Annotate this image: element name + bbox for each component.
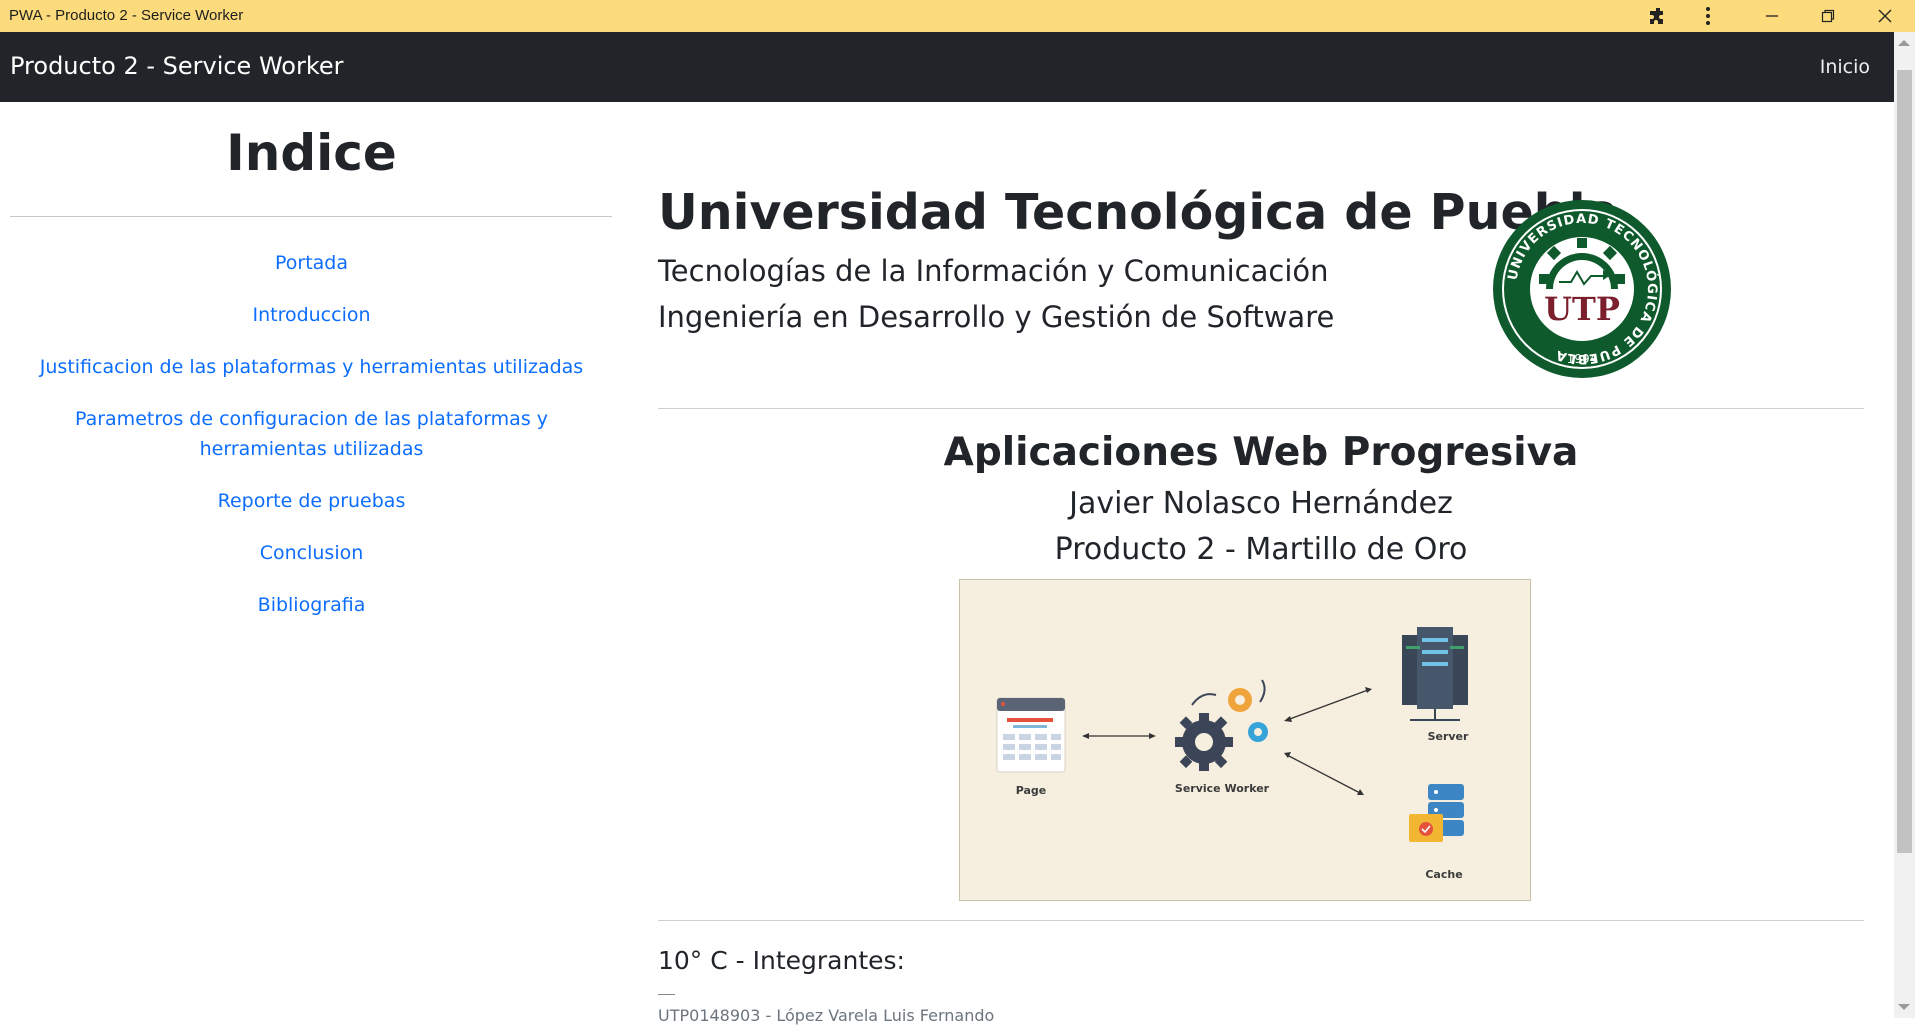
content-divider — [658, 920, 1864, 921]
minimize-icon[interactable] — [1749, 0, 1795, 32]
index-item-introduccion: Introduccion — [0, 300, 623, 330]
server-icon — [1402, 627, 1468, 721]
index-link[interactable]: Justificacion de las plataformas y herra… — [40, 356, 583, 378]
extensions-icon[interactable] — [1635, 0, 1681, 32]
close-icon[interactable] — [1862, 0, 1908, 32]
diagram-label-cache: Cache — [1425, 868, 1462, 881]
course-title: Aplicaciones Web Progresiva — [943, 430, 1579, 475]
menu-dots-icon[interactable] — [1685, 0, 1731, 32]
svg-text:UTP: UTP — [1544, 290, 1620, 328]
scrollbar-thumb[interactable] — [1897, 70, 1912, 853]
index-list: Portada Introduccion Justificacion de la… — [0, 248, 623, 642]
index-item-portada: Portada — [0, 248, 623, 278]
diagram-label-server: Server — [1428, 730, 1469, 743]
top-navbar: Producto 2 - Service Worker Inicio — [0, 32, 1894, 102]
member-item: UTP0148903 - López Varela Luis Fernando — [658, 1006, 995, 1025]
navbar-brand[interactable]: Producto 2 - Service Worker — [10, 52, 344, 80]
division-subtitle: Tecnologías de la Información y Comunica… — [658, 254, 1329, 288]
product-title: Producto 2 - Martillo de Oro — [1054, 532, 1468, 567]
teacher-name: Javier Nolasco Hernández — [1069, 486, 1453, 521]
cache-icon — [1409, 784, 1464, 842]
header-divider — [658, 408, 1864, 409]
restore-icon[interactable] — [1805, 0, 1851, 32]
index-link[interactable]: Introduccion — [252, 304, 370, 326]
service-worker-icon — [1175, 679, 1268, 771]
sidebar-index: Indice Portada Introduccion Justificacio… — [0, 102, 623, 1018]
members-dash — [658, 994, 675, 995]
window-title: PWA - Producto 2 - Service Worker — [9, 7, 244, 24]
index-item-bibliografia: Bibliografia — [0, 590, 623, 620]
sidebar-title: Indice — [226, 124, 397, 182]
scroll-up-arrow-icon[interactable] — [1898, 40, 1910, 46]
sidebar-divider — [10, 216, 612, 217]
index-link[interactable]: Parametros de configuracion de las plata… — [75, 408, 548, 460]
career-subtitle: Ingeniería en Desarrollo y Gestión de So… — [658, 300, 1335, 334]
page-icon — [996, 697, 1066, 773]
index-link[interactable]: Bibliografia — [258, 594, 366, 616]
utp-logo: UNIVERSIDAD TECNOLÓGICA DE PUEBLA UTP 19… — [1493, 200, 1671, 378]
svg-text:1994: 1994 — [1567, 352, 1598, 366]
university-title: Universidad Tecnológica de Puebla — [658, 184, 1619, 241]
nav-link-inicio[interactable]: Inicio — [1820, 56, 1870, 78]
window-title-bar: PWA - Producto 2 - Service Worker — [0, 0, 1915, 32]
main-content: Universidad Tecnológica de Puebla Tecnol… — [658, 102, 1864, 1025]
index-item-reporte: Reporte de pruebas — [0, 486, 623, 516]
index-item-conclusion: Conclusion — [0, 538, 623, 568]
service-worker-diagram: Page Service Worker Server Cache — [959, 579, 1531, 901]
scroll-down-arrow-icon[interactable] — [1898, 1004, 1910, 1010]
index-item-parametros: Parametros de configuracion de las plata… — [0, 404, 623, 464]
members-heading: 10° C - Integrantes: — [658, 946, 905, 975]
diagram-label-service-worker: Service Worker — [1175, 782, 1270, 795]
index-link[interactable]: Conclusion — [260, 542, 364, 564]
index-link[interactable]: Reporte de pruebas — [218, 490, 406, 512]
diagram-label-page: Page — [1016, 784, 1047, 797]
index-link[interactable]: Portada — [275, 252, 348, 274]
index-item-justificacion: Justificacion de las plataformas y herra… — [0, 352, 623, 382]
